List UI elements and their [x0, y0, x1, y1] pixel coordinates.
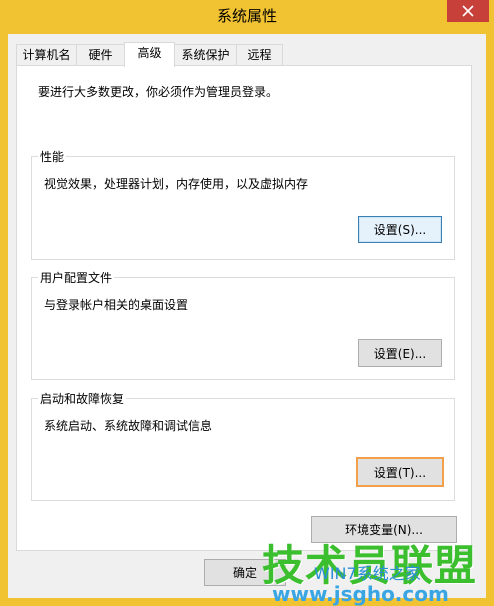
tab-remote[interactable]: 远程 [236, 44, 283, 65]
user-profiles-group: 用户配置文件 与登录帐户相关的桌面设置 设置(E)... [31, 269, 455, 380]
user-profiles-description: 与登录帐户相关的桌面设置 [44, 298, 189, 312]
performance-settings-button[interactable]: 设置(S)... [358, 216, 442, 243]
startup-recovery-group-title: 启动和故障恢复 [38, 390, 127, 407]
system-properties-window: 系统属性 计算机名 硬件 高级 系统保护 远程 要进行大多数更改，你必须作为管理… [0, 0, 494, 606]
user-profiles-settings-button[interactable]: 设置(E)... [358, 339, 442, 367]
site-watermark: 技术员联盟 WIN7系统之家 www.jsgho.com [262, 532, 494, 606]
dialog-body: 计算机名 硬件 高级 系统保护 远程 要进行大多数更改，你必须作为管理员登录。 … [8, 34, 486, 598]
startup-recovery-group: 启动和故障恢复 系统启动、系统故障和调试信息 设置(T)... [31, 390, 455, 501]
tab-hardware[interactable]: 硬件 [76, 44, 125, 65]
window-title: 系统属性 [216, 7, 277, 25]
user-profiles-group-title: 用户配置文件 [38, 269, 115, 286]
tab-advanced[interactable]: 高级 [124, 42, 175, 67]
startup-recovery-description: 系统启动、系统故障和调试信息 [44, 419, 213, 433]
startup-recovery-settings-button[interactable]: 设置(T)... [356, 457, 444, 487]
performance-group-title: 性能 [38, 148, 67, 165]
close-button[interactable] [447, 0, 489, 22]
tab-system-protection[interactable]: 系统保护 [174, 44, 237, 65]
performance-group: 性能 视觉效果，处理器计划，内存使用，以及虚拟内存 设置(S)... [31, 148, 455, 260]
title-bar[interactable]: 系统属性 [0, 0, 494, 34]
admin-note: 要进行大多数更改，你必须作为管理员登录。 [38, 85, 279, 99]
advanced-tab-panel: 要进行大多数更改，你必须作为管理员登录。 性能 视觉效果，处理器计划，内存使用，… [16, 65, 472, 551]
watermark-url: www.jsgho.com [272, 582, 449, 606]
performance-description: 视觉效果，处理器计划，内存使用，以及虚拟内存 [44, 177, 309, 191]
watermark-subtitle: WIN7系统之家 [314, 564, 421, 583]
close-icon [462, 5, 474, 17]
tab-computer-name[interactable]: 计算机名 [16, 44, 77, 65]
